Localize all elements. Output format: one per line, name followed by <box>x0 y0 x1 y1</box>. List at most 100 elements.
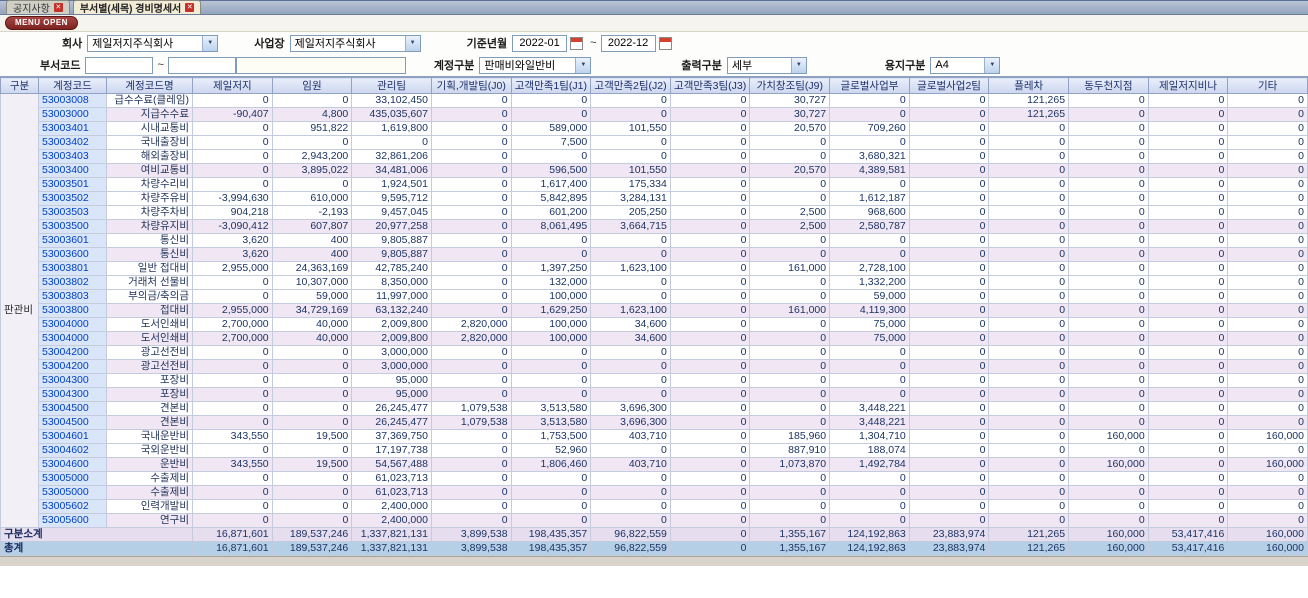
grid-cell[interactable]: 400 <box>271 233 353 248</box>
grid-cell[interactable]: 0 <box>1147 121 1229 136</box>
grid-cell[interactable]: 0 <box>749 513 831 528</box>
grid-cell[interactable]: 34,729,169 <box>271 303 353 318</box>
grid-cell[interactable]: 53,417,416 <box>1147 541 1229 556</box>
grid-cell[interactable]: 0 <box>271 387 353 402</box>
grid-cell[interactable]: 160,000 <box>1227 541 1308 556</box>
grid-cell[interactable]: 0 <box>430 457 512 472</box>
grid-cell[interactable]: 2,700,000 <box>192 317 273 332</box>
grid-cell[interactable]: 0 <box>669 401 751 416</box>
grid-cell[interactable]: 0 <box>430 513 512 528</box>
grid-cell[interactable]: 607,807 <box>271 219 353 234</box>
grid-cell[interactable]: 3,680,321 <box>829 149 910 164</box>
grid-cell[interactable]: 0 <box>908 457 990 472</box>
grid-cell[interactable]: 0 <box>669 163 751 178</box>
grid-cell[interactable]: 0 <box>510 485 592 500</box>
grid-cell[interactable]: 0 <box>669 373 751 388</box>
grid-cell[interactable]: 0 <box>590 135 671 150</box>
account-name-cell[interactable]: 수출제비 <box>106 485 193 500</box>
grid-cell[interactable]: 160,000 <box>1227 527 1308 542</box>
grid-cell[interactable]: 1,397,250 <box>510 261 592 276</box>
grid-cell[interactable]: 0 <box>1068 289 1149 304</box>
grid-cell[interactable]: 0 <box>908 177 990 192</box>
account-code-cell[interactable]: 53003601 <box>38 233 107 248</box>
company-select[interactable]: 제일저지주식회사 ▼ <box>87 34 219 52</box>
grid-cell[interactable]: 30,727 <box>749 93 831 108</box>
grid-cell[interactable]: 0 <box>1068 331 1149 346</box>
table-row[interactable]: 53004000 도서인쇄비 2,700,000 40,000 2,009,800 2,8… <box>1 331 1308 346</box>
grid-cell[interactable]: 400 <box>271 247 353 262</box>
grid-cell[interactable]: 198,435,357 <box>510 541 592 556</box>
grid-cell[interactable]: 0 <box>749 135 831 150</box>
grid-cell[interactable]: 343,550 <box>192 429 273 444</box>
grid-cell[interactable]: 0 <box>590 93 671 108</box>
account-code-cell[interactable]: 53004601 <box>38 429 107 444</box>
grid-cell[interactable]: 0 <box>988 135 1070 150</box>
grid-cell[interactable]: 34,600 <box>590 331 671 346</box>
grid-cell[interactable]: 0 <box>192 275 273 290</box>
table-row[interactable]: 53005600 연구비 0 0 2,400,000 0 0 0 0 0 0 0 0 0 0 0 <box>1 513 1308 528</box>
grid-cell[interactable]: 343,550 <box>192 457 273 472</box>
grid-cell[interactable]: 100,000 <box>510 289 592 304</box>
grid-cell[interactable]: 0 <box>590 387 671 402</box>
grid-cell[interactable]: 9,805,887 <box>351 247 432 262</box>
grid-cell[interactable]: 0 <box>908 93 990 108</box>
grid-cell[interactable]: 40,000 <box>271 331 353 346</box>
grid-cell[interactable]: 189,537,246 <box>271 541 353 556</box>
grid-cell[interactable]: 0 <box>1227 317 1308 332</box>
grid-cell[interactable]: 0 <box>908 205 990 220</box>
grid-cell[interactable]: 9,595,712 <box>351 191 432 206</box>
grid-cell[interactable]: 0 <box>908 359 990 374</box>
grid-cell[interactable]: 185,960 <box>749 429 831 444</box>
grid-cell[interactable]: 0 <box>908 429 990 444</box>
grid-cell[interactable]: 1,492,784 <box>829 457 910 472</box>
grid-cell[interactable]: 0 <box>1227 373 1308 388</box>
grid-cell[interactable]: 0 <box>430 205 512 220</box>
grid-cell[interactable]: 0 <box>1227 135 1308 150</box>
grid-cell[interactable]: 0 <box>430 359 512 374</box>
grid-cell[interactable]: 0 <box>271 485 353 500</box>
account-code-cell[interactable]: 53004300 <box>38 373 107 388</box>
grid-cell[interactable]: 61,023,713 <box>351 471 432 486</box>
grid-cell[interactable]: 709,260 <box>829 121 910 136</box>
table-row[interactable]: 53003400 여비교통비 0 3,895,022 34,481,006 0 596,50… <box>1 163 1308 178</box>
grid-cell[interactable]: 2,943,200 <box>271 149 353 164</box>
table-row[interactable]: 53003503 차량주차비 904,218 -2,193 9,457,045 0 601,… <box>1 205 1308 220</box>
grid-cell[interactable]: 0 <box>988 331 1070 346</box>
account-name-cell[interactable]: 국내운반비 <box>106 429 193 444</box>
grid-cell[interactable]: 0 <box>271 513 353 528</box>
grid-cell[interactable]: 3,895,022 <box>271 163 353 178</box>
table-row[interactable]: 53004601 국내운반비 343,550 19,500 37,369,750 0 1,7… <box>1 429 1308 444</box>
grid-cell[interactable]: 0 <box>1147 331 1229 346</box>
grid-cell[interactable]: 3,696,300 <box>590 401 671 416</box>
account-name-cell[interactable]: 포장비 <box>106 373 193 388</box>
grid-cell[interactable]: 0 <box>908 247 990 262</box>
grid-cell[interactable]: 175,334 <box>590 177 671 192</box>
grid-cell[interactable]: 160,000 <box>1068 527 1149 542</box>
grid-cell[interactable]: 33,102,450 <box>351 93 432 108</box>
account-name-cell[interactable]: 연구비 <box>106 513 193 528</box>
grid-cell[interactable]: 198,435,357 <box>510 527 592 542</box>
grid-cell[interactable]: 59,000 <box>829 289 910 304</box>
grid-cell[interactable]: 0 <box>510 149 592 164</box>
grid-cell[interactable]: 1,079,538 <box>430 401 512 416</box>
grid-cell[interactable]: 3,000,000 <box>351 359 432 374</box>
grid-cell[interactable]: 0 <box>908 135 990 150</box>
grid-cell[interactable]: -3,090,412 <box>192 219 273 234</box>
grid-cell[interactable]: 0 <box>669 121 751 136</box>
grid-cell[interactable]: 0 <box>430 163 512 178</box>
grid-cell[interactable]: 0 <box>669 219 751 234</box>
grid-cell[interactable]: 0 <box>1147 471 1229 486</box>
grid-cell[interactable]: 0 <box>1227 289 1308 304</box>
grid-cell[interactable]: 0 <box>749 149 831 164</box>
grid-cell[interactable]: 2,700,000 <box>192 331 273 346</box>
grid-cell[interactable]: 0 <box>192 401 273 416</box>
grid-cell[interactable]: 205,250 <box>590 205 671 220</box>
grid-cell[interactable]: 3,696,300 <box>590 415 671 430</box>
grid-cell[interactable]: 0 <box>1147 429 1229 444</box>
grid-cell[interactable]: 904,218 <box>192 205 273 220</box>
grid-cell[interactable]: 0 <box>1068 485 1149 500</box>
grid-cell[interactable]: 0 <box>1227 261 1308 276</box>
account-code-cell[interactable]: 53003403 <box>38 149 107 164</box>
grid-cell[interactable]: 1,337,821,131 <box>351 541 432 556</box>
grid-cell[interactable]: 0 <box>1147 387 1229 402</box>
